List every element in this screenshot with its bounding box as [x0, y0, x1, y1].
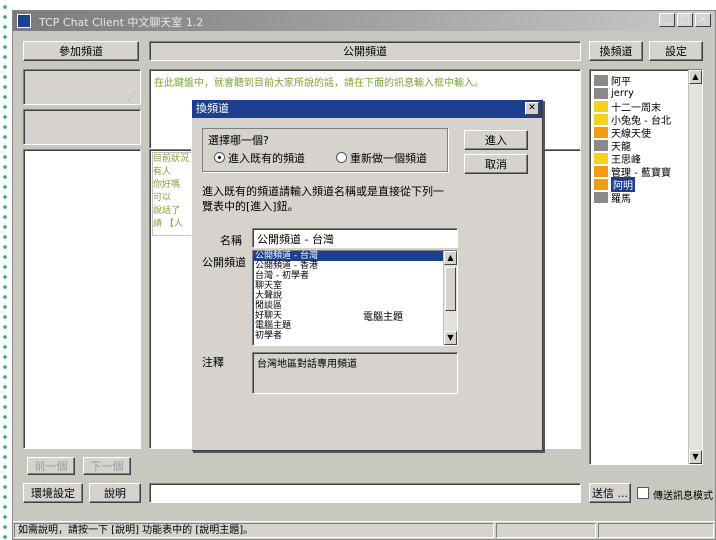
screenshot-frame: TCP Chat Client 中文聊天室 1.2 _ □ × 參加頻道 公開頻… — [0, 0, 716, 540]
dialog-instructions: 進入既有的頻道請輸入頻道名稱或是直接從下列一覽表中的[進入]鈕。 — [202, 185, 444, 213]
note-value: 台灣地區對話專用頻道 — [257, 359, 357, 370]
chat-line: 目前狀況 — [153, 154, 190, 164]
dialog-enter-button[interactable]: 進入 — [464, 130, 528, 150]
app-icon — [17, 14, 31, 28]
user-status-icon — [594, 140, 608, 151]
user-list-item[interactable]: 天線天使 — [594, 126, 688, 140]
channel-name-field: 公開頻道 — [149, 41, 581, 61]
scroll-up-arrow-icon[interactable]: ▲ — [689, 70, 702, 84]
radio-new-channel[interactable] — [336, 152, 347, 163]
name-label: 名稱 — [220, 234, 242, 247]
scroll-down-arrow-icon[interactable]: ▼ — [689, 450, 702, 464]
change-channel-button[interactable]: 換頻道 — [589, 41, 643, 61]
radio-existing-label: 進入既有的頻道 — [228, 152, 305, 165]
channel-list-item[interactable]: 大聲說 — [253, 291, 443, 301]
chat-line: 說話了 — [153, 206, 181, 216]
environment-settings-button[interactable]: 環境設定 — [23, 483, 83, 503]
scroll-up-arrow-icon[interactable]: ▲ — [444, 251, 457, 265]
user-status-icon — [594, 75, 608, 86]
dialog-title: 換頻道 — [196, 102, 229, 115]
channel-list-item[interactable]: 電腦主題 — [253, 321, 443, 331]
maximize-button[interactable]: □ — [677, 13, 693, 27]
user-status-icon — [594, 127, 608, 138]
radio-new-label: 重新做一個頻道 — [350, 152, 427, 165]
close-button[interactable]: × — [695, 13, 711, 27]
user-status-icon — [594, 166, 608, 177]
resize-grip-icon: ⋰ — [127, 92, 136, 102]
user-status-icon — [594, 179, 608, 190]
settings-button[interactable]: 設定 — [649, 41, 703, 61]
status-cell — [496, 523, 596, 538]
user-name: 羅馬 — [611, 194, 631, 205]
left-panel-middle — [23, 109, 141, 145]
send-mode-checkbox[interactable] — [637, 487, 649, 499]
channel-list-label: 公開頻道 — [202, 256, 246, 269]
send-button[interactable]: 送信 ... — [589, 483, 631, 503]
window-title: TCP Chat Client 中文聊天室 1.2 — [39, 16, 204, 29]
chat-line: 可以 — [153, 193, 172, 203]
channel-list-item[interactable]: 公開頻道 - 台灣 — [253, 251, 443, 261]
channel-list-item[interactable]: 台灣 - 初學者 — [253, 271, 443, 281]
prev-button[interactable]: 前一個 — [27, 457, 75, 475]
user-list[interactable]: 阿平 jerry 十二一周末 小兔兔 - 台北 天線天使 天龍 王思峰 管理 - 藍寶寶 阿明羅… — [589, 69, 703, 465]
channel-name-text: 公開頻道 — [343, 45, 387, 58]
send-mode-label: 傳送訊息模式 — [653, 491, 713, 502]
chat-line: 你好嗎 — [153, 180, 181, 190]
scroll-thumb[interactable] — [445, 267, 456, 311]
chat-snippet-box: 目前狀況 有人 你好嗎 可以 說話了 請 【人 — [152, 152, 192, 236]
user-list-item[interactable]: 天龍 — [594, 139, 688, 153]
user-status-icon — [594, 192, 608, 203]
dialog-close-icon[interactable]: ✕ — [525, 102, 539, 115]
decorative-dot-border — [0, 0, 10, 540]
left-panel-top: ⋰ — [23, 69, 141, 105]
channel-list-item[interactable]: 聊天室 — [253, 281, 443, 291]
channel-list-item[interactable]: 公開頻道 - 香港 — [253, 261, 443, 271]
left-panel-list[interactable] — [23, 149, 141, 449]
app-window: TCP Chat Client 中文聊天室 1.2 _ □ × 參加頻道 公開頻… — [12, 10, 716, 540]
channel-list-item[interactable]: 初學者 — [253, 331, 443, 341]
note-label: 注釋 — [202, 356, 224, 369]
dialog-title-bar[interactable]: 換頻道 ✕ — [192, 100, 542, 118]
choice-question: 選擇哪一個? — [208, 134, 269, 147]
minimize-button[interactable]: _ — [659, 13, 675, 27]
status-bar: 如需說明，請按一下 [說明] 功能表中的 [說明主題]。 — [13, 521, 715, 539]
status-text: 如需說明，請按一下 [說明] 功能表中的 [說明主題]。 — [14, 523, 494, 538]
channel-extra-tag: 電腦主題 — [363, 312, 403, 323]
scroll-down-arrow-icon[interactable]: ▼ — [444, 331, 457, 345]
change-channel-dialog: 換頻道 ✕ 選擇哪一個? 進入既有的頻道 重新做一個頻道 進入 取消 進入既有的… — [191, 99, 543, 451]
status-cell — [598, 523, 714, 538]
user-name: jerry — [611, 88, 634, 99]
user-status-icon — [594, 114, 608, 125]
chat-line: 請 【人 — [153, 219, 183, 229]
user-list-item[interactable]: 管理 - 藍寶寶 — [594, 165, 688, 179]
channel-list-item[interactable]: 閒談區 — [253, 301, 443, 311]
title-bar[interactable]: TCP Chat Client 中文聊天室 1.2 _ □ × — [13, 11, 715, 31]
channel-name-input[interactable]: 公開頻道 - 台灣 — [252, 228, 458, 248]
dialog-cancel-button[interactable]: 取消 — [464, 154, 528, 174]
channel-name-value: 公開頻道 - 台灣 — [257, 233, 334, 246]
note-box: 台灣地區對話專用頻道 — [252, 352, 458, 394]
radio-existing-channel[interactable] — [214, 152, 225, 163]
help-button[interactable]: 說明 — [89, 483, 141, 503]
channel-list-item[interactable]: 好聊天 — [253, 311, 443, 321]
user-list-item[interactable]: 阿平 — [594, 74, 688, 88]
channel-list-scrollbar[interactable]: ▲ ▼ — [443, 251, 457, 345]
chat-line: 有人 — [153, 167, 172, 177]
user-list-scrollbar[interactable]: ▲ ▼ — [688, 70, 702, 464]
chat-intro-line: 在此鍵盤中，就會聽到目前大家所說的話，請在下面的訊息輸入框中輸入。 — [154, 78, 484, 89]
channel-listbox[interactable]: 公開頻道 - 台灣 公開頻道 - 香港 台灣 - 初學者 聊天室 大聲說 閒談區 好聊天 電腦… — [252, 250, 458, 346]
user-list-item[interactable]: 羅馬 — [594, 191, 688, 205]
user-status-icon — [594, 101, 608, 112]
user-name: 阿平 — [611, 77, 631, 88]
join-channel-button[interactable]: 參加頻道 — [23, 41, 139, 61]
user-list-item[interactable]: 阿明 — [594, 177, 688, 192]
message-input[interactable] — [149, 483, 581, 503]
user-status-icon — [594, 88, 608, 99]
user-status-icon — [594, 153, 608, 164]
next-button[interactable]: 下一個 — [83, 457, 131, 475]
